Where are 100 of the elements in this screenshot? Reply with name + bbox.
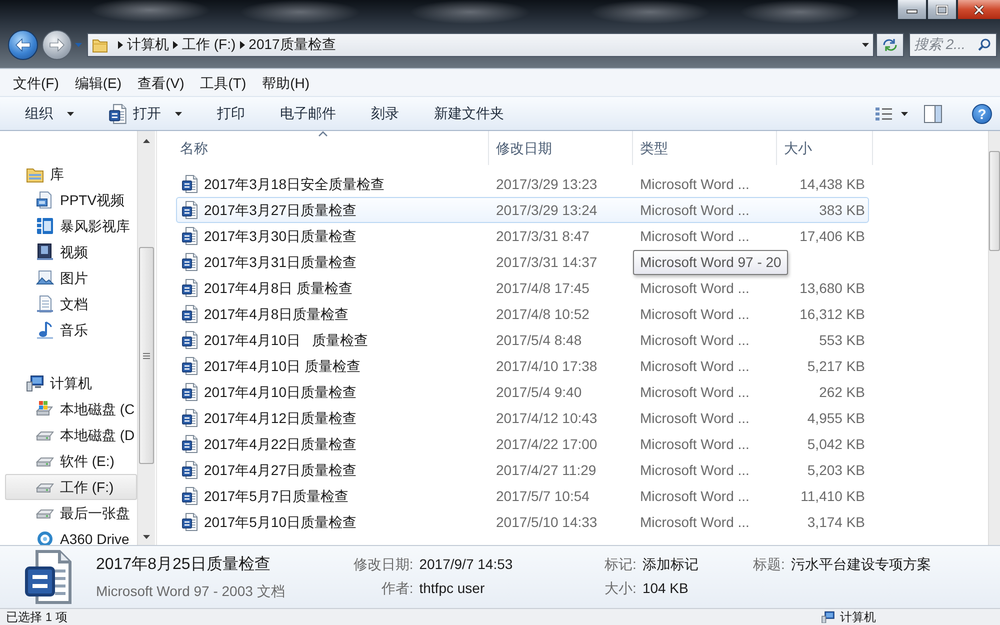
toolbar-button[interactable]: 新建文件夹 [424,99,514,128]
scrollbar-thumb[interactable] [989,151,1000,251]
film-grid-icon [36,217,54,235]
address-bar[interactable]: 计算机 工作 (F:) 2017质量检查 [87,32,874,56]
nav-item[interactable]: 工作 (F:) [5,474,137,500]
modified-date: 2017/5/4 9:40 [495,382,583,402]
maximize-icon [936,4,948,14]
scrollbar-track[interactable] [988,131,1000,545]
file-type: Microsoft Word ... [639,304,750,324]
column-header[interactable]: 名称 [157,131,489,165]
open-with-button[interactable]: 打开 [99,99,192,128]
file-type: Microsoft Word ... [639,460,750,480]
modified-date: 2017/3/29 13:24 [495,200,598,220]
nav-item[interactable]: 本地磁盘 (D [5,422,137,448]
file-row[interactable]: 2017年3月18日安全质量检查 2017/3/29 13:23 Microsoft Word ... 14,438 KB [176,171,869,197]
menu-item[interactable]: 查看(V) [132,70,190,96]
nav-item[interactable]: 本地磁盘 (C [5,396,137,422]
file-type: Microsoft Word ... [639,278,750,298]
file-type: Microsoft Word ... [639,486,750,506]
column-header[interactable]: 修改日期 [489,131,633,165]
file-name: 2017年4月8日质量检查 [204,304,349,324]
file-row[interactable]: 2017年5月10日质量检查 2017/5/10 14:33 Microsoft Word ... 3,174 KB [176,509,869,535]
file-size: 3,174 KB [806,512,865,532]
word-document-icon [182,487,198,505]
file-size: 383 KB [818,200,865,220]
file-type: Microsoft Word ... [639,174,750,194]
refresh-button[interactable] [876,32,904,56]
close-button[interactable] [957,0,1000,20]
nav-item[interactable]: 最后一张盘 [5,500,137,526]
file-row[interactable]: 2017年4月10日质量检查 2017/5/4 9:40 Microsoft Word ... 262 KB [176,379,869,405]
file-size: 553 KB [818,330,865,350]
system-drive-icon [36,400,54,418]
nav-item[interactable]: PPTV视频 [5,187,137,213]
forward-button[interactable] [42,30,72,60]
file-row[interactable]: 2017年4月27日质量检查 2017/4/27 11:29 Microsoft Word ... 5,203 KB [176,457,869,483]
scroll-down-icon [143,535,150,539]
scroll-up-icon [143,139,150,143]
file-type: Microsoft Word ... [639,382,750,402]
nav-item[interactable]: 图片 [5,265,137,291]
file-type: Microsoft Word ... [639,408,750,428]
nav-item[interactable]: A360 Drive [5,526,137,545]
menu-item[interactable]: 工具(T) [194,70,252,96]
toolbar-button[interactable]: 打印 [207,99,255,128]
property-value: 2017/9/7 14:53 [419,555,514,574]
menu-item[interactable]: 编辑(E) [68,70,128,96]
back-button[interactable] [8,30,38,60]
file-row[interactable]: 2017年4月8日质量检查 2017/4/8 10:52 Microsoft Word ... 16,312 KB [176,301,869,327]
film-icon [36,243,54,261]
maximize-button[interactable] [927,0,957,20]
file-size: 11,410 KB [800,486,865,506]
nav-item[interactable]: 软件 (E:) [5,448,137,474]
file-name: 2017年4月12日质量检查 [204,408,357,428]
nav-item[interactable]: 计算机 [5,370,137,396]
file-row[interactable]: 2017年3月30日质量检查 2017/3/31 8:47 Microsoft Word ... 17,406 KB [176,223,869,249]
scrollbar-track[interactable] [137,131,155,545]
menu-item[interactable]: 文件(F) [7,70,65,96]
nav-item[interactable]: 视频 [5,239,137,265]
file-size: 5,042 KB [806,434,865,454]
column-header[interactable]: 大小 [777,131,873,165]
scrollbar-thumb[interactable] [139,247,154,464]
picture-icon [36,269,54,287]
breadcrumb-item[interactable]: 2017质量检查 [244,34,340,55]
minimize-button[interactable] [897,0,927,20]
toolbar-menu-button[interactable]: 组织 [15,99,84,128]
toolbar-button[interactable]: 电子邮件 [270,99,346,128]
file-row[interactable]: 2017年4月10日 质量检查 2017/4/10 17:38 Microsoft Word ... 5,217 KB [176,353,869,379]
location-label: 计算机 [840,610,876,624]
breadcrumb-item[interactable]: 工作 (F:) [178,34,240,55]
search-field[interactable]: 搜索 2... [909,32,997,56]
video-file-icon [36,191,54,209]
file-row[interactable]: 2017年4月8日 质量检查 2017/4/8 17:45 Microsoft Word ... 13,680 KB [176,275,869,301]
file-row[interactable]: 2017年4月10日 质量检查 2017/5/4 8:48 Microsoft Word ... 553 KB [176,327,869,353]
file-size: 5,217 KB [806,356,865,376]
word-document-icon [182,435,198,453]
modified-date: 2017/3/31 14:37 [495,252,598,272]
property-label: 标记: [604,555,636,574]
file-type: Microsoft Word ... [639,200,750,220]
file-row[interactable]: 2017年5月7日质量检查 2017/5/7 10:54 Microsoft Word ... 11,410 KB [176,483,869,509]
file-row[interactable]: 2017年3月31日质量检查 2017/3/31 14:37 Microsoft Word 97 - 20 [176,249,869,275]
close-icon [973,4,985,14]
caret-icon [74,42,82,46]
column-header[interactable]: 类型 [633,131,777,165]
nav-item[interactable]: 音乐 [5,317,137,343]
computer-icon [26,374,44,392]
breadcrumb-item[interactable]: 计算机 [123,34,173,55]
nav-item[interactable]: 库 [5,161,137,187]
chevron-icon [118,40,123,48]
nav-item[interactable]: 文档 [5,291,137,317]
toolbar-button[interactable]: 刻录 [361,99,409,128]
menu-item[interactable]: 帮助(H) [256,70,316,96]
refresh-icon [882,38,898,52]
file-row[interactable]: 2017年4月22日质量检查 2017/4/22 17:00 Microsoft Word ... 5,042 KB [176,431,869,457]
file-row[interactable]: 2017年3月27日质量检查 2017/3/29 13:24 Microsoft Word ... 383 KB [176,197,869,223]
file-row[interactable]: 2017年4月12日质量检查 2017/4/12 10:43 Microsoft Word ... 4,955 KB [176,405,869,431]
nav-item[interactable]: 暴风影视库 [5,213,137,239]
file-size: 4,955 KB [806,408,865,428]
file-name: 2017年3月18日安全质量检查 [204,174,385,194]
file-title: 2017年8月25日质量检查 [96,554,272,574]
file-size: 14,438 KB [798,174,865,194]
modified-date: 2017/4/10 17:38 [495,356,598,376]
